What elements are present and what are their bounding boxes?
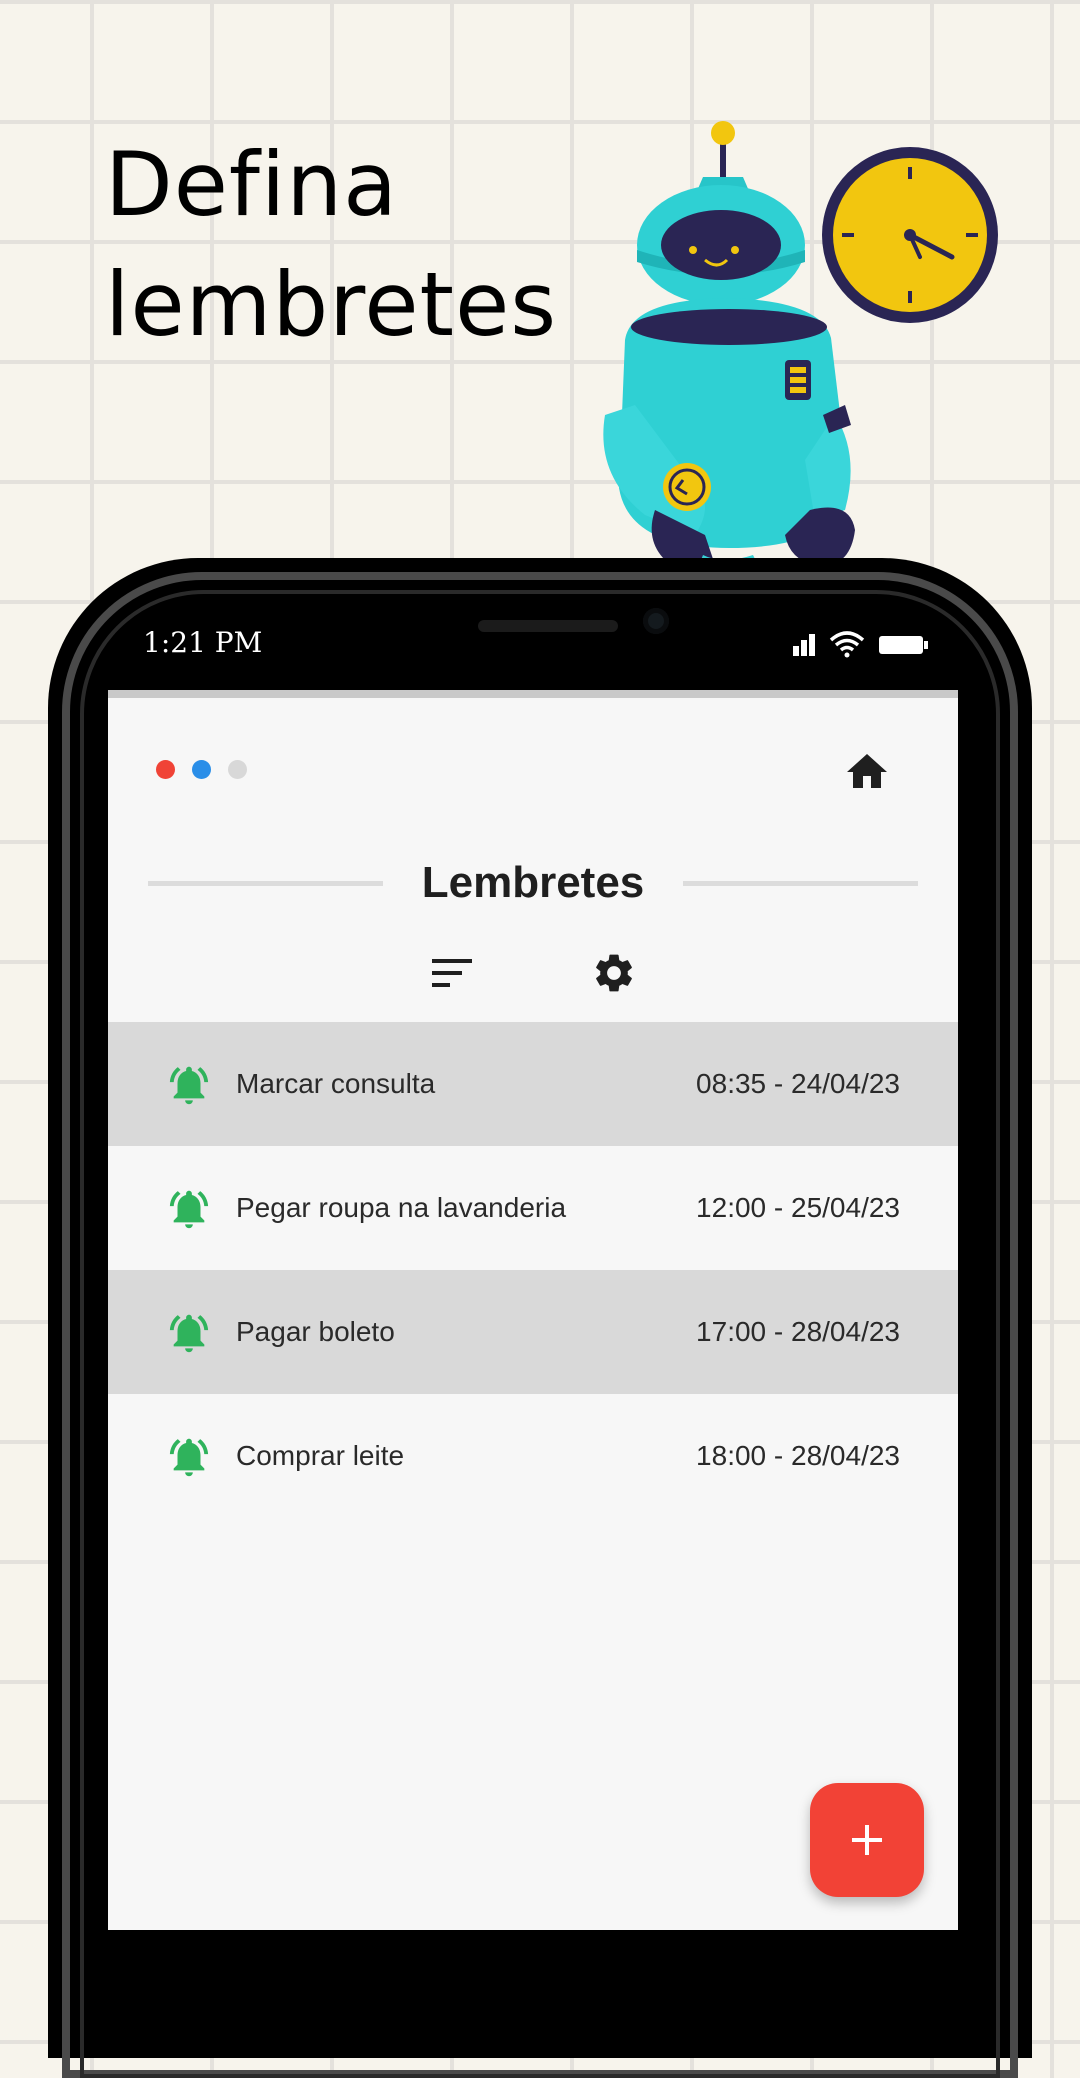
- alarm-bell-icon: [169, 1066, 209, 1105]
- reminder-row[interactable]: Pagar boleto 17:00 - 28/04/23: [108, 1270, 958, 1394]
- reminder-row[interactable]: Marcar consulta 08:35 - 24/04/23: [108, 1022, 958, 1146]
- clock-illustration: [822, 147, 998, 323]
- signal-icon: [793, 634, 815, 656]
- alarm-bell-icon: [169, 1438, 209, 1477]
- page-dot-gray[interactable]: [228, 760, 247, 779]
- phone-camera: [643, 608, 669, 634]
- alarm-bell-icon: [169, 1314, 209, 1353]
- reminder-title: Pegar roupa na lavanderia: [236, 1192, 567, 1223]
- sort-icon[interactable]: [430, 953, 476, 993]
- reminder-title: Comprar leite: [236, 1440, 405, 1471]
- reminder-datetime: 12:00 - 25/04/23: [696, 1192, 900, 1223]
- promo-headline-line1: Defina: [105, 133, 399, 236]
- phone-speaker: [478, 620, 618, 632]
- reminder-datetime: 18:00 - 28/04/23: [696, 1440, 900, 1471]
- promo-headline: Defina lembretes: [105, 125, 557, 365]
- alarm-bell-icon: [169, 1190, 209, 1229]
- page-dots: [156, 760, 247, 779]
- reminder-list: Marcar consulta 08:35 - 24/04/23 Pegar r…: [108, 1022, 958, 1518]
- battery-icon: [879, 636, 928, 654]
- page-dot-red[interactable]: [156, 760, 175, 779]
- status-time: 1:21 PM: [143, 626, 263, 659]
- title-row: Lembretes: [148, 848, 918, 918]
- reminder-row[interactable]: Pegar roupa na lavanderia 12:00 - 25/04/…: [108, 1146, 958, 1270]
- add-reminder-button[interactable]: [810, 1783, 924, 1897]
- reminder-datetime: 08:35 - 24/04/23: [696, 1068, 900, 1099]
- reminder-title: Marcar consulta: [236, 1068, 436, 1099]
- wifi-icon: [829, 631, 865, 658]
- reminder-title: Pagar boleto: [236, 1316, 395, 1347]
- reminder-row[interactable]: Comprar leite 18:00 - 28/04/23: [108, 1394, 958, 1518]
- home-icon[interactable]: [843, 748, 891, 796]
- gear-icon[interactable]: [591, 950, 637, 996]
- status-icons: [793, 631, 928, 658]
- title-divider-left: [148, 880, 383, 886]
- reminder-datetime: 17:00 - 28/04/23: [696, 1316, 900, 1347]
- page-title: Lembretes: [421, 858, 645, 907]
- title-divider-right: [682, 880, 918, 886]
- app-screen: Lembretes Marcar consulta 08:35 - 24/04/…: [108, 690, 958, 1930]
- promo-headline-line2: lembretes: [105, 253, 558, 356]
- page-dot-blue[interactable]: [192, 760, 211, 779]
- plus-icon: [852, 1825, 882, 1855]
